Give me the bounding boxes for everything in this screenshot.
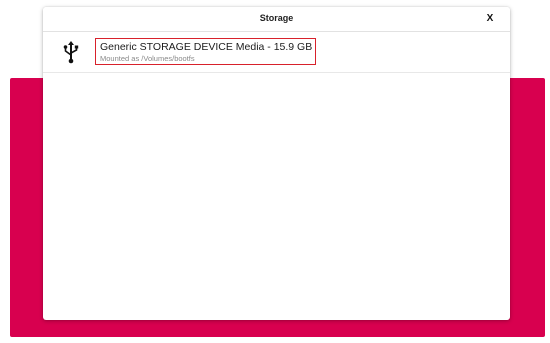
usb-icon bbox=[62, 40, 80, 64]
storage-list: Generic STORAGE DEVICE Media - 15.9 GB M… bbox=[43, 32, 510, 73]
dialog-titlebar: Storage X bbox=[43, 7, 510, 32]
storage-device-item[interactable]: Generic STORAGE DEVICE Media - 15.9 GB M… bbox=[43, 32, 510, 73]
device-mount-path: Mounted as /Volumes/bootfs bbox=[100, 54, 195, 63]
dialog-title: Storage bbox=[259, 13, 294, 23]
storage-dialog: Storage X Generic STORAGE DEVICE Media -… bbox=[43, 7, 510, 320]
device-name: Generic STORAGE DEVICE Media - 15.9 GB bbox=[100, 41, 313, 53]
screen: Storage X Generic STORAGE DEVICE Media -… bbox=[0, 0, 550, 343]
close-button[interactable]: X bbox=[484, 12, 496, 26]
